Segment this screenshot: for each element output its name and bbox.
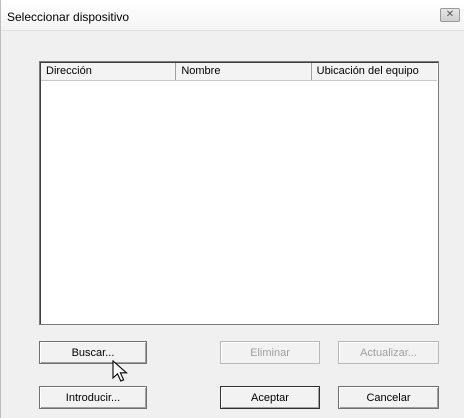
select-device-dialog: Seleccionar dispositivo ✕ Dirección Nomb… (0, 0, 464, 418)
accept-button[interactable]: Aceptar (220, 386, 320, 409)
delete-button[interactable]: Eliminar (220, 341, 320, 364)
column-header-name[interactable]: Nombre (176, 63, 312, 80)
close-button[interactable]: ✕ (440, 8, 460, 22)
window-title: Seleccionar dispositivo (7, 10, 130, 24)
device-list-header: Dirección Nombre Ubicación del equipo (41, 63, 437, 81)
close-icon: ✕ (445, 9, 455, 20)
enter-button[interactable]: Introducir... (39, 386, 147, 409)
column-header-address[interactable]: Dirección (41, 63, 177, 80)
column-header-location[interactable]: Ubicación del equipo (312, 63, 437, 80)
update-button[interactable]: Actualizar... (338, 341, 439, 364)
device-list[interactable]: Dirección Nombre Ubicación del equipo (39, 61, 439, 325)
title-bar: Seleccionar dispositivo ✕ (1, 0, 464, 31)
arrow-cursor-icon (112, 360, 128, 382)
cancel-button[interactable]: Cancelar (338, 386, 439, 409)
